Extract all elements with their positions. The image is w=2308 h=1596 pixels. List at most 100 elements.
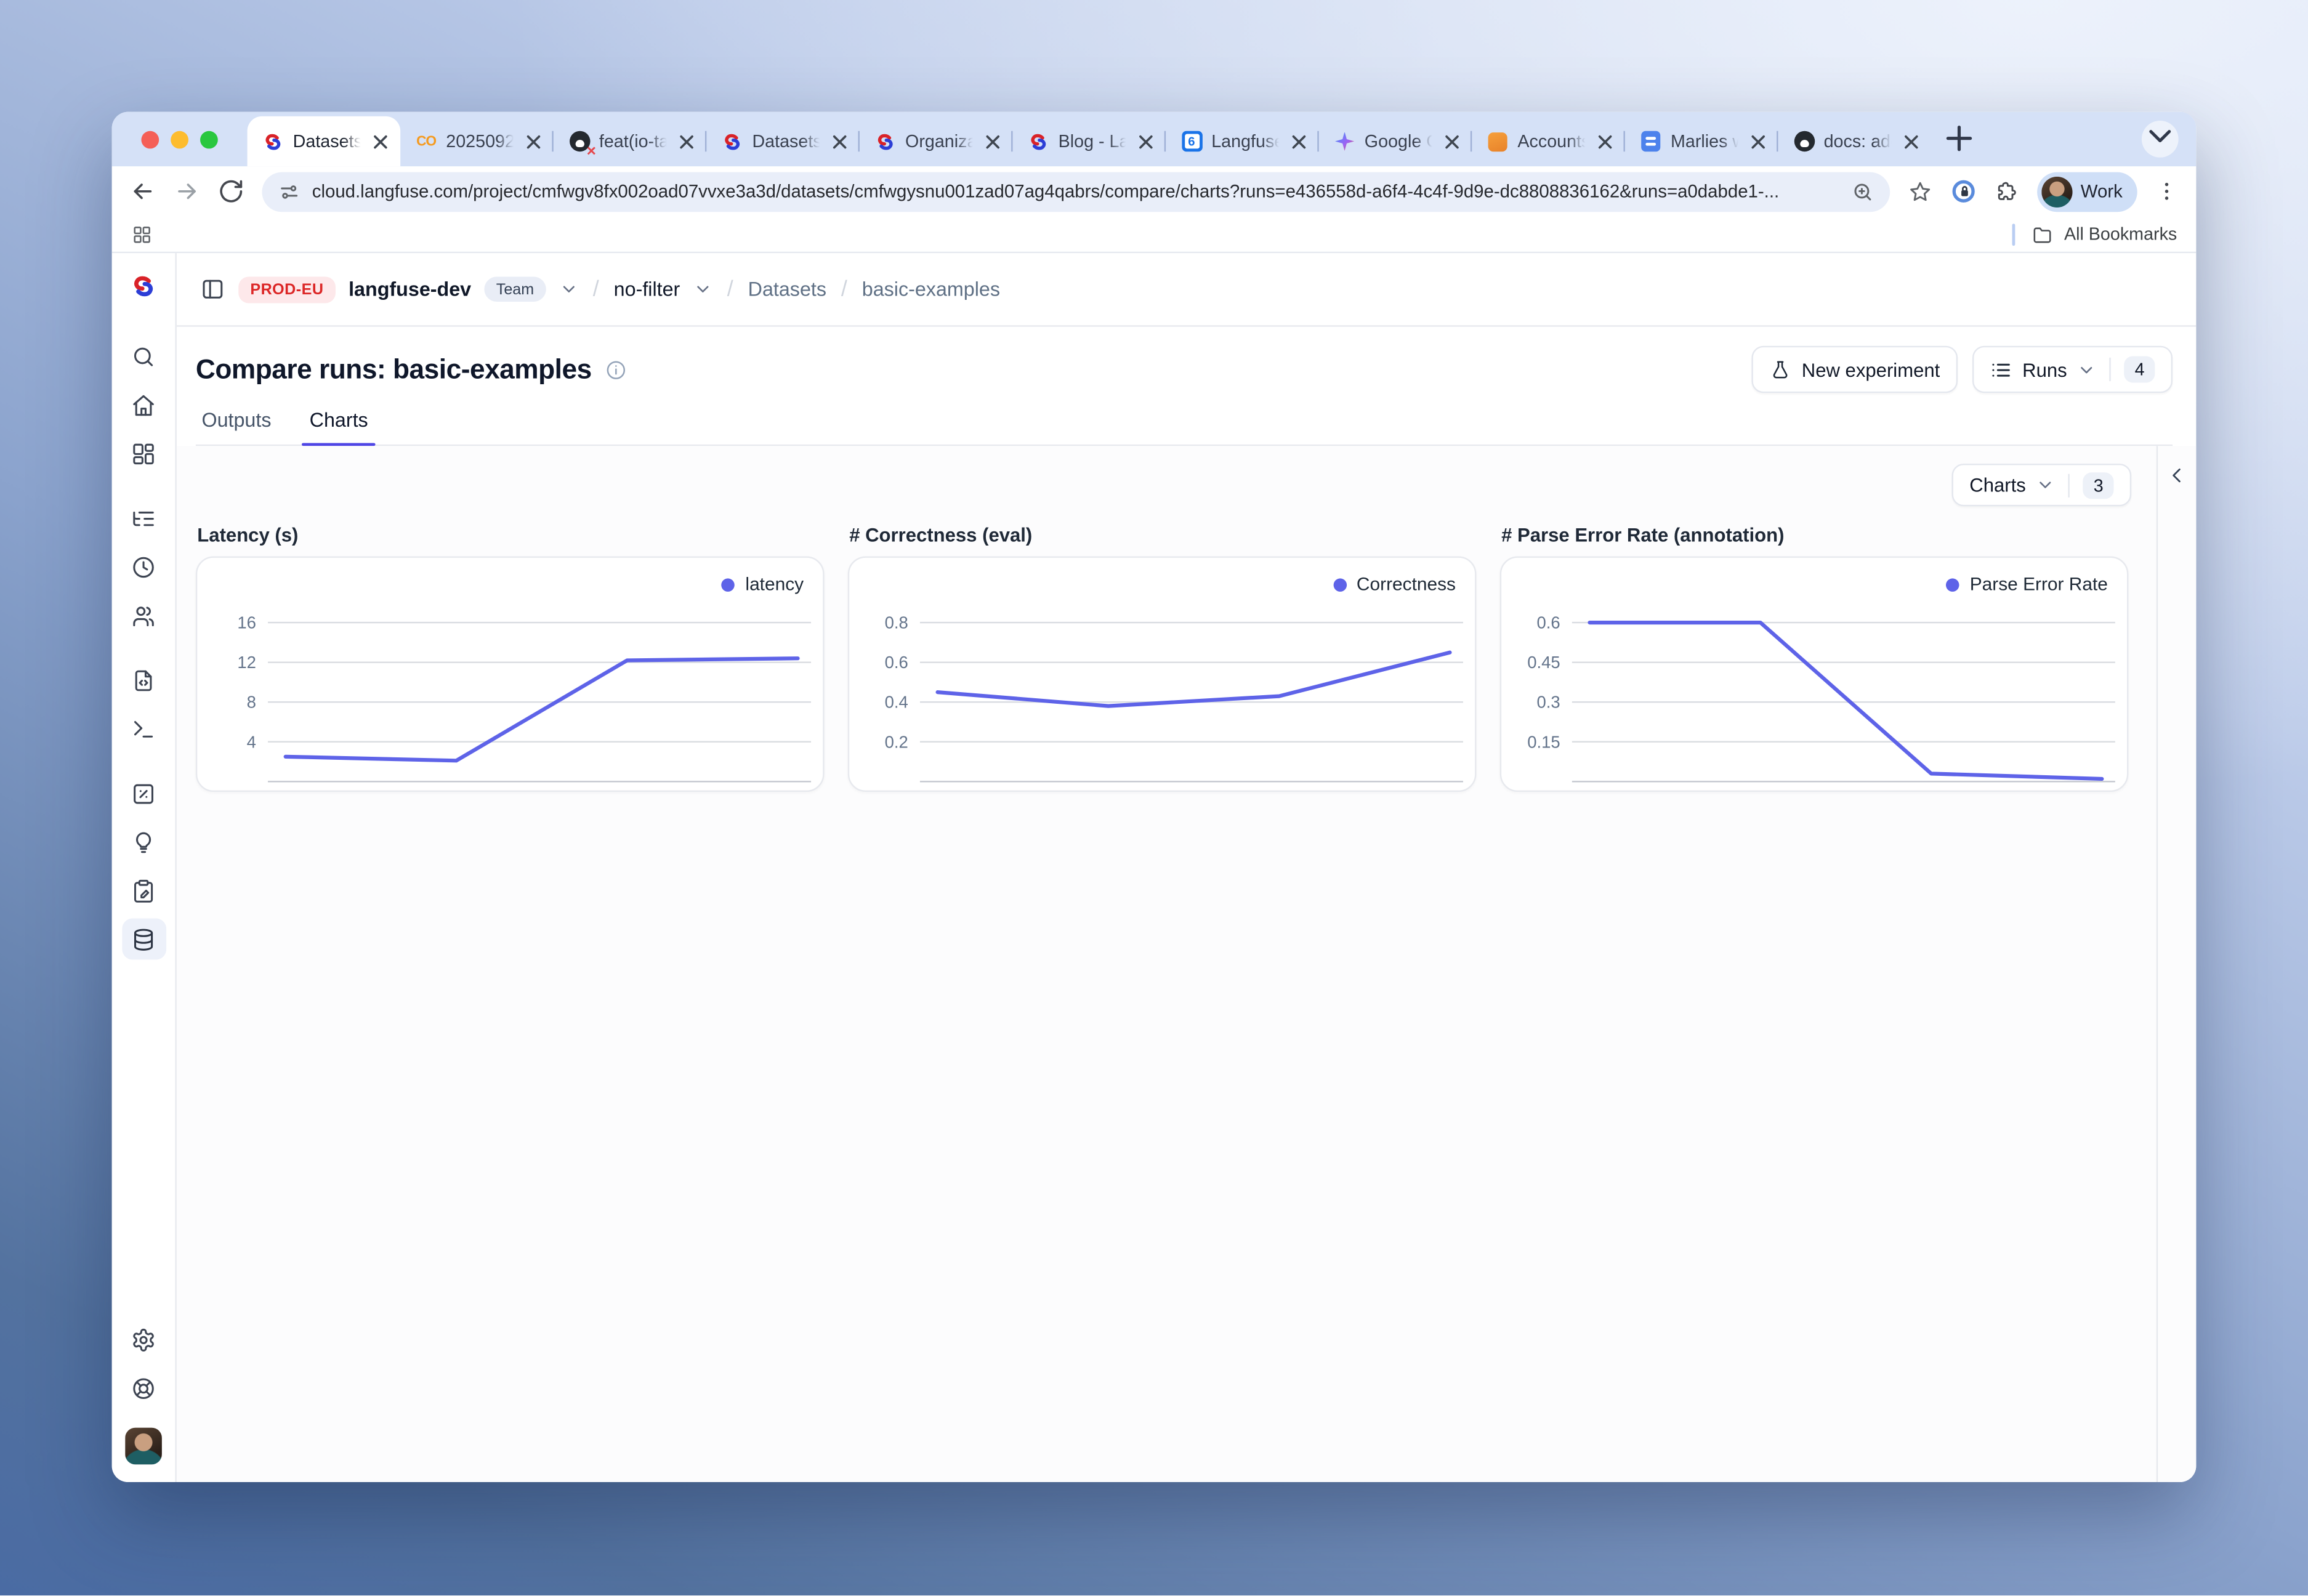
sidebar-item-prompts[interactable] — [121, 659, 166, 701]
tab-close-icon[interactable] — [369, 131, 392, 153]
site-settings-icon[interactable] — [278, 180, 301, 203]
tab-title: 20250923 — [446, 131, 514, 151]
sidebar-item-support[interactable] — [121, 1368, 166, 1409]
new-experiment-button[interactable]: New experiment — [1751, 346, 1957, 393]
sidebar-item-playground[interactable] — [121, 708, 166, 749]
browser-tab-10[interactable]: docs: add — [1778, 116, 1931, 166]
page-header: Compare runs: basic-examples New experim… — [177, 327, 2196, 446]
sidebar-item-evaluation[interactable] — [121, 773, 166, 814]
tab-title: feat(io-tab — [599, 131, 667, 151]
tab-charts[interactable]: Charts — [307, 409, 371, 445]
clipboard-pen-icon — [131, 878, 156, 903]
clock-icon — [131, 554, 156, 579]
reload-icon — [218, 185, 244, 211]
charts-dropdown-button[interactable]: Charts 3 — [1952, 464, 2132, 506]
user-avatar[interactable] — [125, 1428, 162, 1465]
browser-tab-8[interactable]: Accounts | — [1472, 116, 1625, 166]
calendar-favicon-icon: 6 — [1180, 131, 1203, 153]
tab-close-icon[interactable] — [1288, 131, 1310, 153]
tab-close-icon[interactable] — [523, 131, 545, 153]
apps-grid-button[interactable] — [131, 223, 153, 245]
runs-dropdown-button[interactable]: Runs 4 — [1972, 346, 2173, 393]
legend-label: Correctness — [1357, 574, 1456, 594]
password-manager-extension-button[interactable] — [1950, 178, 1976, 204]
svg-text:12: 12 — [237, 653, 256, 672]
close-window-button[interactable] — [141, 131, 159, 148]
browser-tab-0[interactable]: Datasets | L — [248, 116, 401, 166]
browser-tab-7[interactable]: Google Ge — [1319, 116, 1472, 166]
project-name[interactable]: no-filter — [614, 278, 680, 300]
sidebar-item-tracing[interactable] — [121, 498, 166, 539]
desktop-wallpaper: Datasets | LCO20250923feat(io-tabDataset… — [0, 0, 2308, 1595]
sidebar-item-datasets[interactable] — [121, 919, 166, 960]
org-plan-badge: Team — [485, 276, 546, 302]
browser-tab-3[interactable]: Datasets | L — [706, 116, 860, 166]
breadcrumb-datasets-link[interactable]: Datasets — [748, 278, 826, 300]
svg-text:16: 16 — [237, 613, 256, 632]
sidebar-item-sessions[interactable] — [121, 546, 166, 587]
org-switcher-button[interactable] — [559, 280, 578, 299]
sidebar-item-settings[interactable] — [121, 1319, 166, 1360]
sidebar-item-annotation[interactable] — [121, 870, 166, 911]
reload-button[interactable] — [218, 178, 244, 204]
sidebar-toggle-button[interactable] — [200, 276, 225, 302]
tune-icon — [278, 183, 301, 209]
sidebar-item-dashboards[interactable] — [121, 433, 166, 474]
sidebar-item-home[interactable] — [121, 384, 166, 425]
collapse-panel-button[interactable] — [2167, 465, 2187, 485]
runs-count-badge: 4 — [2124, 356, 2155, 382]
browser-window: Datasets | LCO20250923feat(io-tabDataset… — [112, 112, 2197, 1482]
github-favicon-icon — [1793, 131, 1815, 153]
info-icon[interactable] — [605, 358, 627, 381]
url-text[interactable]: cloud.langfuse.com/project/cmfwgv8fx002o… — [312, 181, 1839, 201]
langfuse-favicon-icon — [721, 131, 743, 153]
tab-close-icon[interactable] — [1747, 131, 1769, 153]
tab-close-icon[interactable] — [676, 131, 698, 153]
langfuse-favicon-icon — [1027, 131, 1049, 153]
browser-tab-6[interactable]: 6Langfuse - — [1166, 116, 1319, 166]
project-switcher-button[interactable] — [693, 280, 712, 299]
browser-tab-4[interactable]: Organizatio — [860, 116, 1013, 166]
organization-name[interactable]: langfuse-dev — [349, 278, 471, 300]
bookmark-star-button[interactable] — [1907, 179, 1932, 204]
button-divider — [2068, 473, 2070, 496]
browser-tab-1[interactable]: CO20250923 — [400, 116, 554, 166]
minimize-window-button[interactable] — [171, 131, 188, 148]
percent-square-icon — [131, 781, 156, 806]
tab-search-chevron-button[interactable] — [2142, 121, 2179, 158]
browser-profile-button[interactable]: Work — [2036, 171, 2137, 211]
sidebar-item-search[interactable] — [121, 336, 166, 377]
new-tab-button[interactable] — [1940, 122, 1978, 160]
environment-badge[interactable]: PROD-EU — [238, 276, 335, 302]
zoom-page-icon[interactable] — [1851, 180, 1873, 203]
title-row: Compare runs: basic-examples New experim… — [196, 346, 2173, 393]
svg-text:0.45: 0.45 — [1527, 653, 1560, 672]
sidebar-item-insights[interactable] — [121, 821, 166, 863]
svg-text:0.6: 0.6 — [885, 653, 908, 672]
tab-close-icon[interactable] — [1900, 131, 1923, 153]
forward-button[interactable] — [174, 178, 200, 204]
browser-menu-button[interactable] — [2155, 180, 2178, 203]
breadcrumb-current-item: basic-examples — [862, 278, 1000, 300]
lightbulb-icon — [131, 829, 156, 855]
address-bar[interactable]: cloud.langfuse.com/project/cmfwgv8fx002o… — [262, 171, 1889, 211]
folder-icon — [2032, 223, 2054, 245]
tab-close-icon[interactable] — [1441, 131, 1463, 153]
browser-tab-9[interactable]: Marlies we — [1625, 116, 1778, 166]
tab-close-icon[interactable] — [1594, 131, 1616, 153]
browser-tab-5[interactable]: Blog - Lang — [1013, 116, 1166, 166]
tab-close-icon[interactable] — [982, 131, 1004, 153]
langfuse-logo[interactable] — [129, 272, 157, 300]
zoom-window-button[interactable] — [200, 131, 218, 148]
tab-close-icon[interactable] — [829, 131, 851, 153]
extensions-button[interactable] — [1994, 179, 2019, 204]
legend-dot — [1333, 578, 1347, 591]
tab-outputs[interactable]: Outputs — [199, 409, 275, 445]
tab-close-icon[interactable] — [1135, 131, 1157, 153]
browser-tab-2[interactable]: feat(io-tab — [554, 116, 707, 166]
back-button[interactable] — [129, 178, 156, 204]
sidebar-item-users[interactable] — [121, 595, 166, 636]
plus-icon — [1940, 118, 1978, 164]
all-bookmarks-button[interactable]: All Bookmarks — [2012, 223, 2177, 245]
legend-dot — [722, 578, 735, 591]
